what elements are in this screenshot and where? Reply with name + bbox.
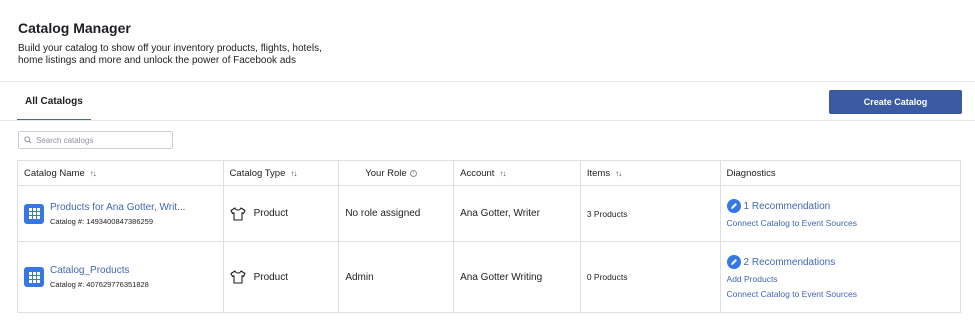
role-text: Admin bbox=[345, 271, 374, 283]
role-cell: No role assigned bbox=[339, 186, 455, 241]
tabs-divider bbox=[0, 120, 975, 121]
recommendation-label: 1 Recommendation bbox=[743, 200, 831, 212]
tshirt-icon bbox=[230, 206, 246, 221]
items-text: 0 Products bbox=[586, 272, 628, 282]
catalog-type-cell: Product bbox=[224, 242, 340, 312]
column-header-label: Your Role bbox=[365, 167, 407, 179]
connect-event-sources-link[interactable]: Connect Catalog to Event Sources bbox=[727, 218, 857, 228]
pencil-icon bbox=[726, 199, 741, 213]
account-cell: Ana Gotter Writing bbox=[454, 242, 581, 312]
create-catalog-button[interactable]: Create Catalog bbox=[829, 90, 962, 114]
page-description: Build your catalog to show off your inve… bbox=[18, 43, 322, 66]
table-header-row: Catalog Name ↑↓ Catalog Type ↑↓ Your Rol… bbox=[18, 161, 960, 186]
search-input[interactable] bbox=[36, 135, 166, 145]
account-cell: Ana Gotter, Writer bbox=[454, 186, 581, 241]
sort-icon[interactable]: ↑↓ bbox=[290, 169, 297, 178]
catalog-name-link[interactable]: Products for Ana Gotter, Writ... bbox=[50, 202, 185, 213]
tab-all-catalogs[interactable]: All Catalogs bbox=[17, 91, 91, 121]
catalog-type: Product bbox=[253, 271, 289, 283]
column-header-catalog-name[interactable]: Catalog Name ↑↓ bbox=[18, 161, 224, 185]
catalog-type: Product bbox=[253, 208, 289, 219]
sort-icon[interactable]: ↑↓ bbox=[615, 169, 622, 178]
diagnostics-cell: 1 Recommendation Connect Catalog to Even… bbox=[721, 186, 960, 241]
connect-event-sources-link[interactable]: Connect Catalog to Event Sources bbox=[727, 289, 857, 299]
header-divider bbox=[0, 81, 975, 82]
catalog-number: Catalog #: 1493400847386259 bbox=[50, 216, 154, 226]
column-header-label: Items bbox=[586, 167, 611, 179]
column-header-label: Account bbox=[460, 167, 495, 179]
items-text: 3 Products bbox=[586, 208, 628, 219]
pencil-icon bbox=[726, 255, 741, 269]
column-header-items[interactable]: Items ↑↓ bbox=[581, 161, 721, 185]
column-header-account[interactable]: Account ↑↓ bbox=[454, 161, 581, 185]
add-products-link[interactable]: Add Products bbox=[727, 274, 778, 284]
column-header-diagnostics: Diagnostics bbox=[721, 161, 960, 185]
recommendation-label: 2 Recommendations bbox=[743, 256, 836, 268]
table-row: Products for Ana Gotter, Writ... Catalog… bbox=[18, 186, 960, 242]
sort-icon[interactable]: ↑↓ bbox=[499, 169, 506, 178]
recommendation-link[interactable]: 1 Recommendation bbox=[726, 199, 831, 213]
tshirt-icon bbox=[230, 270, 246, 284]
catalog-number: Catalog #: 407629776351828 bbox=[50, 280, 149, 289]
account-text: Ana Gotter Writing bbox=[460, 271, 543, 283]
catalog-grid-icon bbox=[24, 203, 44, 224]
search-icon bbox=[24, 136, 32, 144]
catalog-name-cell: Catalog_Products Catalog #: 407629776351… bbox=[18, 242, 224, 312]
catalog-name-cell: Products for Ana Gotter, Writ... Catalog… bbox=[18, 186, 224, 241]
page-title: Catalog Manager bbox=[18, 20, 131, 36]
column-header-your-role: Your Role i bbox=[339, 161, 455, 185]
search-box[interactable] bbox=[18, 131, 173, 149]
table-row: Catalog_Products Catalog #: 407629776351… bbox=[18, 242, 960, 312]
items-cell: 0 Products bbox=[581, 242, 721, 312]
sort-icon[interactable]: ↑↓ bbox=[90, 169, 97, 178]
catalog-grid-icon bbox=[24, 267, 44, 287]
page-header: Catalog Manager Build your catalog to sh… bbox=[18, 20, 618, 67]
catalogs-table: Catalog Name ↑↓ Catalog Type ↑↓ Your Rol… bbox=[17, 160, 961, 313]
column-header-label: Catalog Type bbox=[229, 167, 286, 179]
column-header-catalog-type[interactable]: Catalog Type ↑↓ bbox=[224, 161, 340, 185]
catalog-name-link[interactable]: Catalog_Products bbox=[50, 265, 149, 276]
account-text: Ana Gotter, Writer bbox=[460, 208, 540, 219]
diagnostics-cell: 2 Recommendations Add Products Connect C… bbox=[721, 242, 960, 312]
column-header-label: Diagnostics bbox=[726, 167, 776, 179]
column-header-label: Catalog Name bbox=[24, 167, 85, 179]
catalog-type-cell: Product bbox=[224, 186, 340, 241]
role-text: No role assigned bbox=[345, 208, 421, 219]
recommendation-link[interactable]: 2 Recommendations bbox=[726, 255, 836, 269]
info-icon[interactable]: i bbox=[409, 169, 417, 177]
role-cell: Admin bbox=[339, 242, 455, 312]
items-cell: 3 Products bbox=[581, 186, 721, 241]
